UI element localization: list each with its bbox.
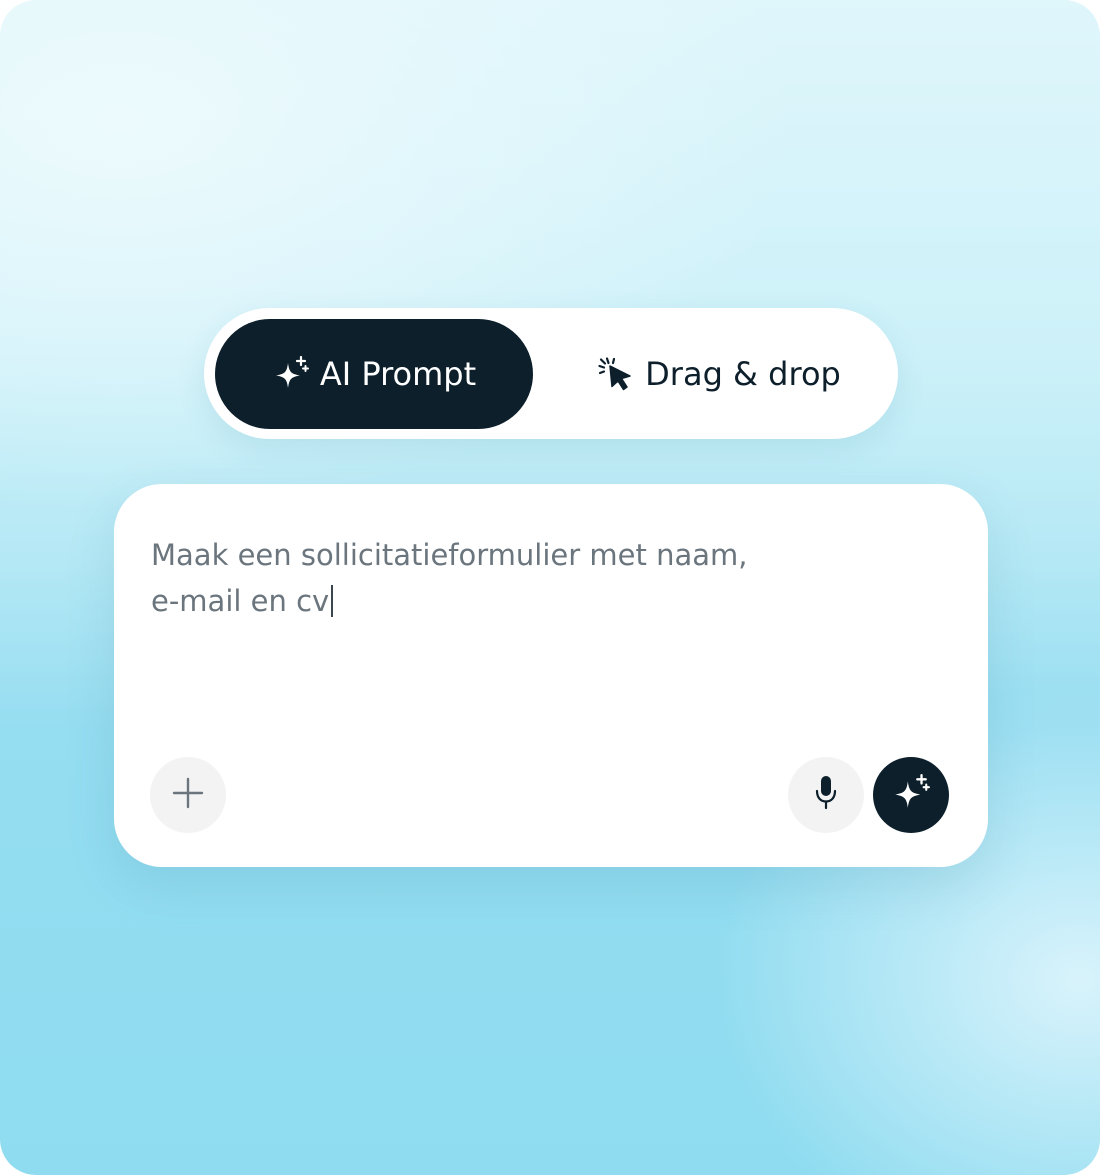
tab-drag-drop-label: Drag & drop: [645, 355, 841, 393]
tab-ai-prompt[interactable]: AI Prompt: [215, 319, 533, 429]
add-attachment-button[interactable]: [150, 757, 226, 833]
text-caret: [331, 585, 334, 617]
tab-ai-prompt-label: AI Prompt: [319, 355, 477, 393]
microphone-icon: [811, 773, 841, 817]
cursor-click-icon: [597, 355, 635, 393]
sparkle-icon: [272, 355, 310, 393]
mode-toggle: AI Prompt Drag & drop: [204, 308, 898, 439]
prompt-card: Maak een sollicitatieformulier met naam,…: [114, 484, 988, 867]
microphone-button[interactable]: [788, 757, 864, 833]
plus-icon: [171, 776, 205, 814]
background-canvas: AI Prompt Drag & drop Maak een sollicita…: [0, 0, 1100, 1175]
sparkle-icon: [891, 773, 931, 817]
tab-drag-drop[interactable]: Drag & drop: [584, 319, 854, 429]
generate-button[interactable]: [873, 757, 949, 833]
prompt-text-line-1: Maak een sollicitatieformulier met naam,: [151, 538, 748, 572]
prompt-text-line-2: e-mail en cv: [151, 584, 330, 618]
prompt-input[interactable]: Maak een sollicitatieformulier met naam,…: [151, 532, 811, 624]
